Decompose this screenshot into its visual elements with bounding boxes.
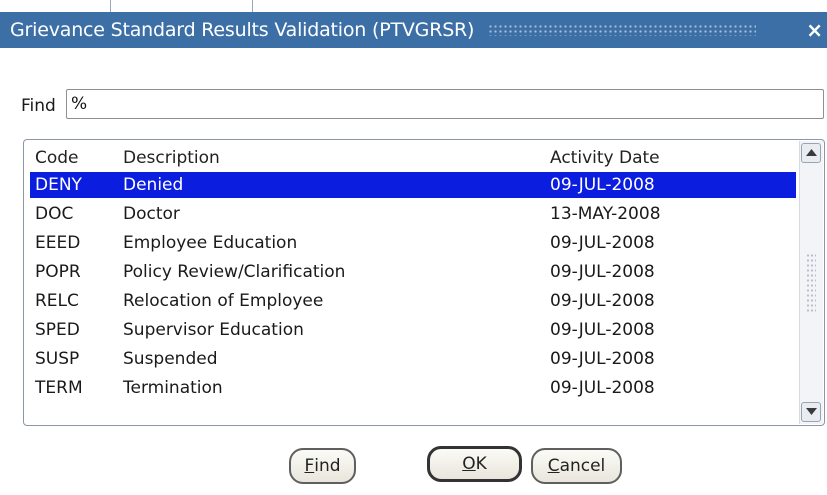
triangle-up-icon (806, 149, 817, 156)
find-button-label: ind (314, 456, 341, 476)
column-header-activity-date: Activity Date (550, 148, 660, 168)
cell-code: DENY (35, 175, 82, 195)
cell-code: SPED (35, 320, 80, 340)
cell-activity-date: 09-JUL-2008 (550, 378, 655, 398)
top-strip (0, 0, 827, 12)
cell-description: Supervisor Education (123, 320, 304, 340)
results-list[interactable]: Code Description Activity Date DENY Denie… (23, 139, 825, 426)
ok-button-label: K (475, 454, 487, 474)
cell-description: Suspended (123, 349, 218, 369)
cell-activity-date: 09-JUL-2008 (550, 291, 655, 311)
find-label: Find (21, 96, 56, 116)
cell-code: SUSP (35, 349, 80, 369)
cell-activity-date: 09-JUL-2008 (550, 233, 655, 253)
ok-button[interactable]: OK (427, 446, 522, 482)
cell-activity-date: 09-JUL-2008 (550, 349, 655, 369)
titlebar-grip (488, 24, 757, 36)
cell-code: RELC (35, 291, 79, 311)
vertical-scrollbar[interactable] (799, 141, 823, 424)
find-button[interactable]: Find (289, 448, 356, 484)
scroll-up-button[interactable] (801, 143, 821, 163)
tab-divider (252, 0, 253, 12)
ok-button-mnemonic: O (462, 454, 476, 474)
table-row[interactable]: SUSP Suspended 09-JUL-2008 (30, 346, 796, 372)
table-row[interactable]: POPR Policy Review/Clarification 09-JUL-20… (30, 259, 796, 285)
table-row[interactable]: EEED Employee Education 09-JUL-2008 (30, 230, 796, 256)
table-row[interactable]: SPED Supervisor Education 09-JUL-2008 (30, 317, 796, 343)
cell-description: Employee Education (123, 233, 298, 253)
cancel-button-label: ancel (559, 456, 606, 476)
cancel-button-mnemonic: C (547, 456, 560, 476)
tab-divider (110, 0, 111, 12)
cell-description: Relocation of Employee (123, 291, 324, 311)
column-header-code: Code (35, 148, 79, 168)
cell-code: TERM (35, 378, 83, 398)
triangle-down-icon (806, 408, 817, 415)
table-row[interactable]: TERM Termination 09-JUL-2008 (30, 375, 796, 401)
window-titlebar[interactable]: Grievance Standard Results Validation (P… (0, 12, 827, 48)
scroll-down-button[interactable] (801, 402, 821, 422)
cell-activity-date: 13-MAY-2008 (550, 204, 661, 224)
table-row[interactable]: RELC Relocation of Employee 09-JUL-2008 (30, 288, 796, 314)
scrollbar-grip[interactable] (806, 253, 816, 313)
cell-description: Doctor (123, 204, 180, 224)
cell-activity-date: 09-JUL-2008 (550, 175, 655, 195)
cell-activity-date: 09-JUL-2008 (550, 262, 655, 282)
cell-code: DOC (35, 204, 74, 224)
find-button-mnemonic: F (304, 456, 315, 476)
close-icon[interactable]: × (806, 18, 823, 42)
cell-code: POPR (35, 262, 81, 282)
cell-activity-date: 09-JUL-2008 (550, 320, 655, 340)
cell-description: Denied (123, 175, 184, 195)
window-title: Grievance Standard Results Validation (P… (10, 19, 475, 41)
table-row[interactable]: DENY Denied 09-JUL-2008 (30, 172, 796, 198)
find-input[interactable] (66, 89, 824, 119)
cell-description: Termination (123, 378, 223, 398)
cell-description: Policy Review/Clarification (123, 262, 346, 282)
cell-code: EEED (35, 233, 81, 253)
column-header-description: Description (123, 148, 220, 168)
table-row[interactable]: DOC Doctor 13-MAY-2008 (30, 201, 796, 227)
cancel-button[interactable]: Cancel (531, 448, 622, 484)
